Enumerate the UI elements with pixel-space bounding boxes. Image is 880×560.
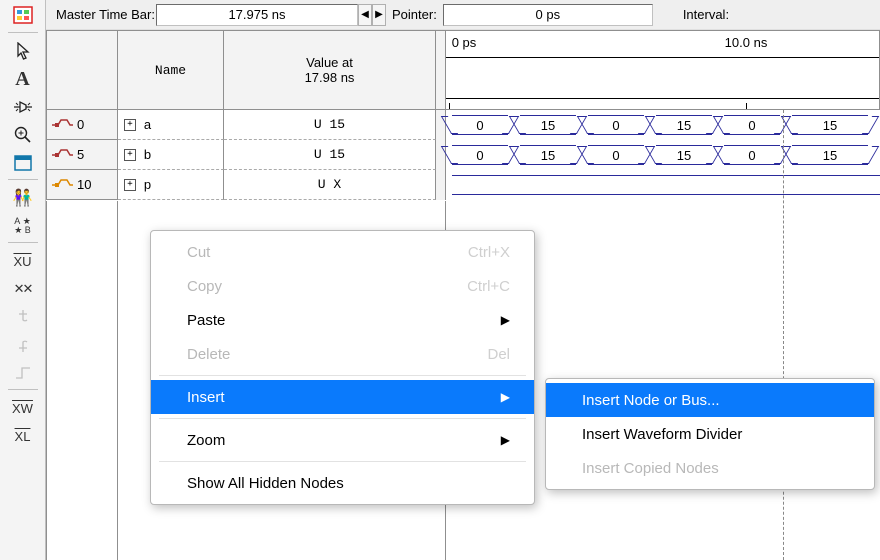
chevron-right-icon: ▶ bbox=[501, 390, 510, 404]
full-screen-icon[interactable] bbox=[6, 149, 40, 177]
output-signal-icon bbox=[51, 178, 73, 192]
context-menu: CutCtrl+X CopyCtrl+C Paste▶ DeleteDel In… bbox=[150, 230, 535, 505]
bus-signal-icon bbox=[51, 118, 73, 132]
menu-copy: CopyCtrl+C bbox=[151, 269, 534, 303]
force-x-icon: ✕✕ bbox=[6, 275, 40, 303]
splitter-icon[interactable] bbox=[436, 30, 446, 110]
table-row[interactable]: 10 + p U X bbox=[46, 170, 880, 200]
zoom-in-icon[interactable] bbox=[6, 121, 40, 149]
replace-ab-icon[interactable]: A ★★ B bbox=[6, 212, 40, 240]
name-header: Name bbox=[118, 30, 224, 110]
menu-show-hidden-nodes[interactable]: Show All Hidden Nodes bbox=[151, 466, 534, 500]
overwrite-w-icon: XW bbox=[6, 394, 40, 422]
chevron-right-icon: ▶ bbox=[501, 433, 510, 447]
pointer-label: Pointer: bbox=[392, 7, 437, 22]
pointer-field[interactable]: 0 ps bbox=[443, 4, 653, 26]
interval-label: Interval: bbox=[683, 7, 729, 22]
menu-delete: DeleteDel bbox=[151, 337, 534, 371]
table-row[interactable]: 5 + b U 15 0 15 0 15 0 15 bbox=[46, 140, 880, 170]
bus-signal-icon bbox=[51, 148, 73, 162]
pointer-tool-icon[interactable] bbox=[6, 37, 40, 65]
master-time-field[interactable]: 17.975 ns bbox=[156, 4, 358, 26]
waveform-b[interactable]: 0 15 0 15 0 15 bbox=[446, 140, 880, 170]
bus-mux-icon[interactable] bbox=[6, 93, 40, 121]
menu-paste[interactable]: Paste▶ bbox=[151, 303, 534, 337]
text-tool-icon[interactable]: A bbox=[6, 65, 40, 93]
time-ruler[interactable]: 0 ps 10.0 ns bbox=[446, 30, 880, 110]
force-z-icon bbox=[6, 359, 40, 387]
menu-divider bbox=[159, 461, 526, 462]
menu-divider bbox=[159, 375, 526, 376]
expand-icon[interactable]: + bbox=[124, 149, 136, 161]
app-icon[interactable] bbox=[6, 0, 40, 30]
menu-divider bbox=[159, 418, 526, 419]
menu-insert[interactable]: Insert▶ bbox=[151, 380, 534, 414]
menu-insert-copied: Insert Copied Nodes bbox=[546, 451, 874, 485]
overwrite-l-icon: XL bbox=[6, 422, 40, 450]
waveform-a[interactable]: 0 15 0 15 0 15 bbox=[446, 110, 880, 140]
index-header bbox=[46, 30, 118, 110]
find-icon[interactable]: 👫 bbox=[6, 184, 40, 212]
menu-cut: CutCtrl+X bbox=[151, 235, 534, 269]
time-bar: Master Time Bar: 17.975 ns ◀ ▶ Pointer: … bbox=[46, 0, 880, 30]
menu-zoom[interactable]: Zoom▶ bbox=[151, 423, 534, 457]
menu-insert-divider[interactable]: Insert Waveform Divider bbox=[546, 417, 874, 451]
column-headers: Name Value at17.98 ns 0 ps 10.0 ns bbox=[46, 30, 880, 110]
value-header: Value at17.98 ns bbox=[224, 30, 436, 110]
force-1-icon bbox=[6, 331, 40, 359]
force-0-icon bbox=[6, 303, 40, 331]
expand-icon[interactable]: + bbox=[124, 179, 136, 191]
expand-icon[interactable]: + bbox=[124, 119, 136, 131]
time-step-right-icon[interactable]: ▶ bbox=[372, 4, 386, 26]
overwrite-u-icon: XU bbox=[6, 247, 40, 275]
insert-submenu: Insert Node or Bus... Insert Waveform Di… bbox=[545, 378, 875, 490]
time-step-left-icon[interactable]: ◀ bbox=[358, 4, 372, 26]
menu-insert-node[interactable]: Insert Node or Bus... bbox=[546, 383, 874, 417]
chevron-right-icon: ▶ bbox=[501, 313, 510, 327]
table-row[interactable]: 0 + a U 15 0 15 0 15 0 15 bbox=[46, 110, 880, 140]
waveform-p[interactable] bbox=[446, 170, 880, 200]
left-toolbar: A 👫 A ★★ B XU ✕✕ XW XL bbox=[0, 0, 46, 560]
master-time-label: Master Time Bar: bbox=[46, 7, 156, 22]
